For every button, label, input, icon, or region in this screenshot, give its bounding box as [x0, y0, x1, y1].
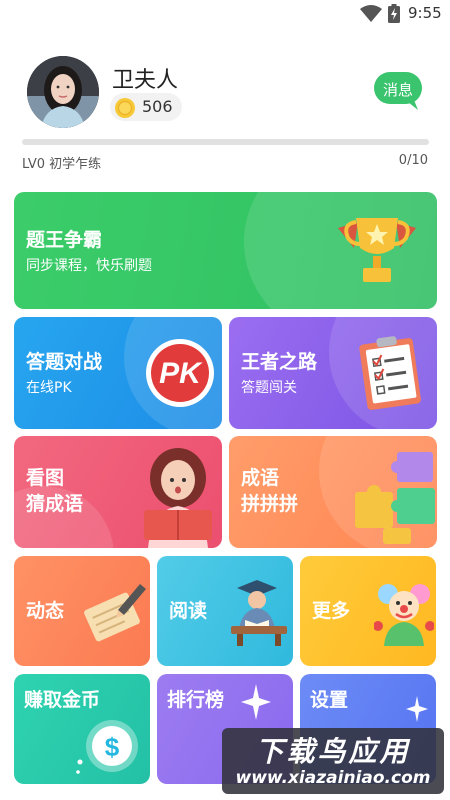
pk-badge-icon: PK	[146, 339, 214, 407]
card-reading[interactable]: 阅读	[157, 556, 293, 666]
clown-icon	[374, 584, 434, 646]
girl-reading-icon	[144, 448, 212, 548]
sparkle-icon	[406, 696, 428, 722]
card-kings-road[interactable]: 王者之路 答题闯关	[229, 317, 437, 429]
avatar-photo	[27, 56, 99, 128]
clock-time: 9:55	[408, 4, 442, 22]
card-feed[interactable]: 动态	[14, 556, 150, 666]
card-quiz-battle[interactable]: 答题对战 在线PK PK	[14, 317, 222, 429]
message-button-label: 消息	[382, 81, 413, 99]
level-progress-count: 0/10	[398, 153, 428, 168]
username: 卫夫人	[112, 68, 179, 93]
message-button[interactable]: 消息	[374, 72, 422, 110]
card-subtitle: 同步课程，快乐刷题	[26, 258, 152, 274]
trophy-icon	[338, 218, 416, 282]
card-title-line1: 成语	[241, 467, 280, 489]
card-title: 王者之路	[241, 351, 318, 373]
card-title-line2: 猜成语	[26, 493, 84, 515]
level-progress-bar	[22, 139, 429, 145]
notepad-pencil-icon	[84, 584, 146, 642]
sparkle-icon	[241, 684, 271, 720]
status-bar: 9:55	[0, 0, 450, 26]
coin-balance: 506	[110, 93, 182, 121]
card-earn-coins[interactable]: 赚取金币 $	[14, 674, 150, 784]
student-reading-icon	[231, 580, 287, 646]
avatar[interactable]	[27, 56, 99, 128]
card-title-line1: 看图	[26, 467, 65, 489]
card-more[interactable]: 更多	[300, 556, 436, 666]
level-label: LV0 初学乍练	[22, 157, 102, 172]
card-idiom-puzzle[interactable]: 成语 拼拼拼	[229, 436, 437, 548]
watermark: 下载鸟应用 www.xiazainiao.com	[222, 728, 444, 794]
puzzle-pieces-icon	[355, 452, 435, 544]
card-title: 阅读	[169, 600, 208, 622]
checklist-clipboard-icon	[359, 336, 421, 410]
coin-count: 506	[142, 97, 173, 116]
card-title: 设置	[310, 689, 349, 711]
dollar-coin-icon: $	[76, 720, 138, 774]
watermark-title: 下载鸟应用	[255, 735, 411, 768]
card-subtitle: 答题闯关	[241, 380, 297, 396]
card-subtitle: 在线PK	[26, 380, 72, 396]
wifi-icon	[360, 5, 382, 22]
coin-icon	[115, 98, 135, 118]
card-title: 动态	[26, 600, 65, 622]
pk-badge-text: PK	[159, 357, 203, 390]
card-title: 更多	[312, 600, 351, 622]
battery-charging-icon	[388, 4, 400, 23]
card-title: 排行榜	[167, 689, 225, 711]
card-picture-idiom[interactable]: 看图 猜成语	[14, 436, 222, 548]
dollar-symbol: $	[105, 732, 120, 762]
card-title: 赚取金币	[24, 689, 101, 711]
card-title: 答题对战	[26, 351, 103, 373]
watermark-url: www.xiazainiao.com	[235, 768, 431, 788]
card-title-line2: 拼拼拼	[241, 493, 299, 515]
card-title: 题王争霸	[26, 229, 103, 251]
card-quiz-king[interactable]: 题王争霸 同步课程，快乐刷题	[14, 192, 437, 309]
